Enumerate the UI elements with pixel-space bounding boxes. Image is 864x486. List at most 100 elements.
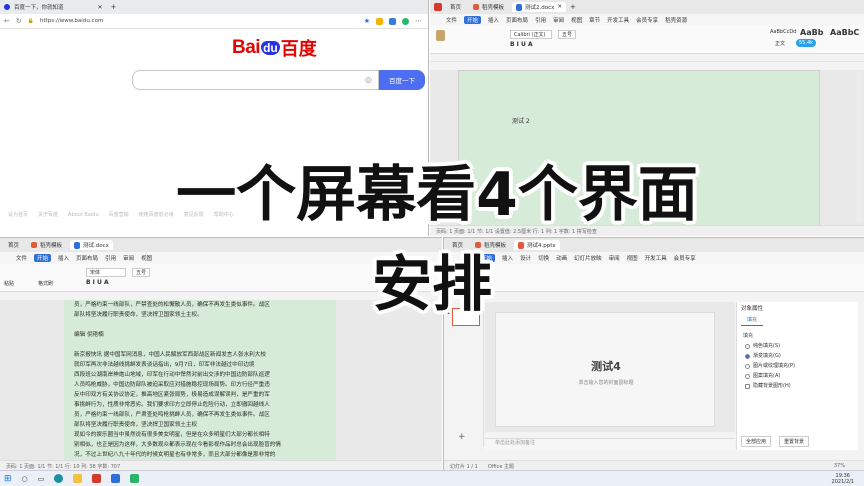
apply-all-button[interactable]: 全部应用 xyxy=(741,436,772,447)
document-line[interactable]: 部队将坚决履行职责使命，坚决捍卫国家领土主权 xyxy=(74,420,326,430)
document-line[interactable] xyxy=(74,320,326,330)
extension-icon[interactable] xyxy=(376,17,383,25)
paste-label[interactable]: 粘贴 xyxy=(4,280,14,287)
menu-item[interactable]: 插入 xyxy=(58,254,69,262)
refresh-icon[interactable]: ↻ xyxy=(16,17,22,25)
search-icon[interactable]: ○ xyxy=(22,475,28,483)
menu-item[interactable]: 视图 xyxy=(627,254,638,262)
menu-icon[interactable]: ⋯ xyxy=(415,17,422,25)
menu-item[interactable]: 动画 xyxy=(556,254,567,262)
tab-home[interactable]: 首页 xyxy=(4,240,23,250)
format-icons[interactable]: B I U A xyxy=(86,279,109,286)
radio-icon[interactable] xyxy=(745,353,750,359)
document-line[interactable]: 反中印双方有关协议协定，推高地区紧张局势，极易造成误解误判，是严重的军 xyxy=(74,390,326,400)
url-input[interactable]: https://www.baidu.com xyxy=(40,18,103,24)
menu-item[interactable]: 审阅 xyxy=(123,254,134,262)
menu-item[interactable]: 开始 xyxy=(34,254,52,262)
document-line[interactable]: 西段班公湖南岸神炮山地域，印军在行动中悍然对前出交涉的中国边防部队巡逻 xyxy=(74,370,326,380)
document-body-text[interactable]: 测试 2 xyxy=(512,116,530,125)
task-view-icon[interactable]: ▭ xyxy=(38,475,45,483)
menu-item[interactable]: 会员专享 xyxy=(636,16,658,24)
search-input[interactable]: ◎ xyxy=(132,70,379,90)
paste-icon[interactable] xyxy=(436,30,445,41)
tab-home[interactable]: 首页 xyxy=(446,2,465,12)
style-sample-1[interactable]: AaBbCcDd xyxy=(770,29,796,35)
menu-item[interactable]: 文件 xyxy=(446,16,457,24)
menu-item[interactable]: 审阅 xyxy=(553,16,564,24)
bold-icon[interactable]: B I U A xyxy=(510,41,533,48)
style-sample-2[interactable]: AaBb xyxy=(800,28,823,37)
tab-document[interactable]: 测试4.pptx xyxy=(514,240,560,250)
footer-link[interactable]: About Baidu xyxy=(68,212,99,218)
reset-background-button[interactable]: 重置背景 xyxy=(779,436,810,447)
scrollbar-right[interactable] xyxy=(856,72,862,222)
radio-icon[interactable] xyxy=(745,373,750,379)
menu-item[interactable]: 开发工具 xyxy=(645,254,667,262)
start-icon[interactable]: ⊞ xyxy=(4,474,12,484)
fill-option[interactable]: 渐变填充(G) xyxy=(745,351,858,361)
menu-item[interactable]: 幻灯片放映 xyxy=(574,254,602,262)
document-line[interactable]: 别相似，也正是因为这样，大多数观众都表示现在今看影视作品时总会出现脸盲的情 xyxy=(74,440,326,450)
notes-pane[interactable]: 单击此处添加备注 xyxy=(485,438,735,450)
footer-link[interactable]: 设为首页 xyxy=(8,211,28,218)
document-line[interactable]: 现如今的娱乐圈当中虽然说有很多美女明星，但是在众多明星们大部分都长相特 xyxy=(74,430,326,440)
new-tab-icon[interactable]: + xyxy=(570,3,576,11)
panel-tab-fill[interactable]: 填充 xyxy=(741,314,764,326)
style-sample-3[interactable]: AaBbC xyxy=(830,28,859,37)
menu-item[interactable]: 引用 xyxy=(535,16,546,24)
document-line[interactable]: 新京报快讯 据中国军网消息，中国人民解放军西部战区新闻发言人张水利大校 xyxy=(74,350,326,360)
edge-icon[interactable] xyxy=(54,474,64,483)
menu-item[interactable]: 页面布局 xyxy=(76,254,98,262)
tab-template[interactable]: 稻壳模板 xyxy=(469,2,508,12)
fill-option[interactable]: 纯色填充(S) xyxy=(745,341,858,351)
slide-subtitle[interactable]: 单击输入您的封面副标题 xyxy=(496,379,716,386)
document-line[interactable]: 员，严格约束一线部队，严禁查处的松懈散人员，确保不再发生类似事件。战区 xyxy=(74,300,326,310)
menu-item[interactable]: 切换 xyxy=(538,254,549,262)
font-name-select[interactable]: Calibri (正文) xyxy=(510,30,552,39)
close-icon[interactable]: ✕ xyxy=(98,4,103,11)
tab-document[interactable]: 测试2.docx ✕ xyxy=(512,2,567,12)
menu-item[interactable]: 文件 xyxy=(16,254,27,262)
footer-link[interactable]: 关于百度 xyxy=(38,211,58,218)
document-line[interactable]: 事挑衅行为，性质非常恶劣。我们要求印方立即停止危险行动，立即撤回越线人 xyxy=(74,400,326,410)
radio-icon[interactable] xyxy=(745,363,750,369)
menu-item[interactable]: 章节 xyxy=(589,16,600,24)
wps-icon[interactable] xyxy=(92,474,102,483)
menu-item[interactable]: 视图 xyxy=(141,254,152,262)
fill-option[interactable]: 图案填充(A) xyxy=(745,371,858,381)
new-tab-icon[interactable]: + xyxy=(111,3,117,11)
tab-document[interactable]: 测试.docx xyxy=(70,240,113,250)
document-line[interactable]: 部队将坚决履行职责使命，坚决捍卫国家领土主权。 xyxy=(74,310,326,320)
format-painter-label[interactable]: 格式刷 xyxy=(38,280,53,287)
browser-tab-title[interactable]: 百度一下，你就知道 xyxy=(14,3,64,11)
add-slide-icon[interactable]: + xyxy=(458,432,466,442)
menu-item[interactable]: 开始 xyxy=(464,16,482,24)
zoom-level[interactable]: 37% xyxy=(834,463,845,469)
checkbox-icon[interactable] xyxy=(745,383,750,389)
app-icon-blue[interactable] xyxy=(111,474,121,483)
document-line[interactable]: 况，不过上世纪八九十年代的时候女明星也有非常多，而且大部分都像是那非常的 xyxy=(74,450,326,460)
radio-icon[interactable] xyxy=(745,343,750,349)
tab-home[interactable]: 首页 xyxy=(448,240,467,250)
slide-title[interactable]: 测试4 xyxy=(496,358,716,374)
document-line[interactable]: 员，严格约束一线部队，严肃查处鸣枪挑衅人员，确保不再发生类似事件。战区 xyxy=(74,410,326,420)
menu-item[interactable]: 页面布局 xyxy=(506,16,528,24)
menu-item[interactable]: 稻壳资源 xyxy=(665,16,687,24)
menu-item[interactable]: 引用 xyxy=(105,254,116,262)
document-line[interactable] xyxy=(74,340,326,350)
menu-item[interactable]: 视图 xyxy=(571,16,582,24)
document-page[interactable]: 员，严格约束一线部队，严禁查处的松懈散人员，确保不再发生类似事件。战区 部队将坚决… xyxy=(64,300,336,460)
document-line[interactable]: 编辑 倪艳楠 xyxy=(74,330,326,340)
document-line[interactable]: 人员鸣枪威胁，中国边防部队被迫采取应对措施稳控现场局势。印方行径严重违 xyxy=(74,380,326,390)
font-size-select[interactable]: 五号 xyxy=(132,268,150,277)
close-icon[interactable]: ✕ xyxy=(557,4,562,10)
camera-icon[interactable]: ◎ xyxy=(365,75,372,84)
extension-icon-3[interactable] xyxy=(402,17,409,25)
fill-option[interactable]: 隐藏背景图形(H) xyxy=(745,381,858,391)
star-icon[interactable]: ★ xyxy=(364,17,370,25)
font-size-select[interactable]: 五号 xyxy=(558,30,576,39)
slide[interactable]: 测试4 单击输入您的封面副标题 xyxy=(495,312,715,427)
extension-icon-2[interactable] xyxy=(389,17,396,25)
menu-item[interactable]: 会员专享 xyxy=(674,254,696,262)
fill-option[interactable]: 图片或纹理填充(P) xyxy=(745,361,858,371)
